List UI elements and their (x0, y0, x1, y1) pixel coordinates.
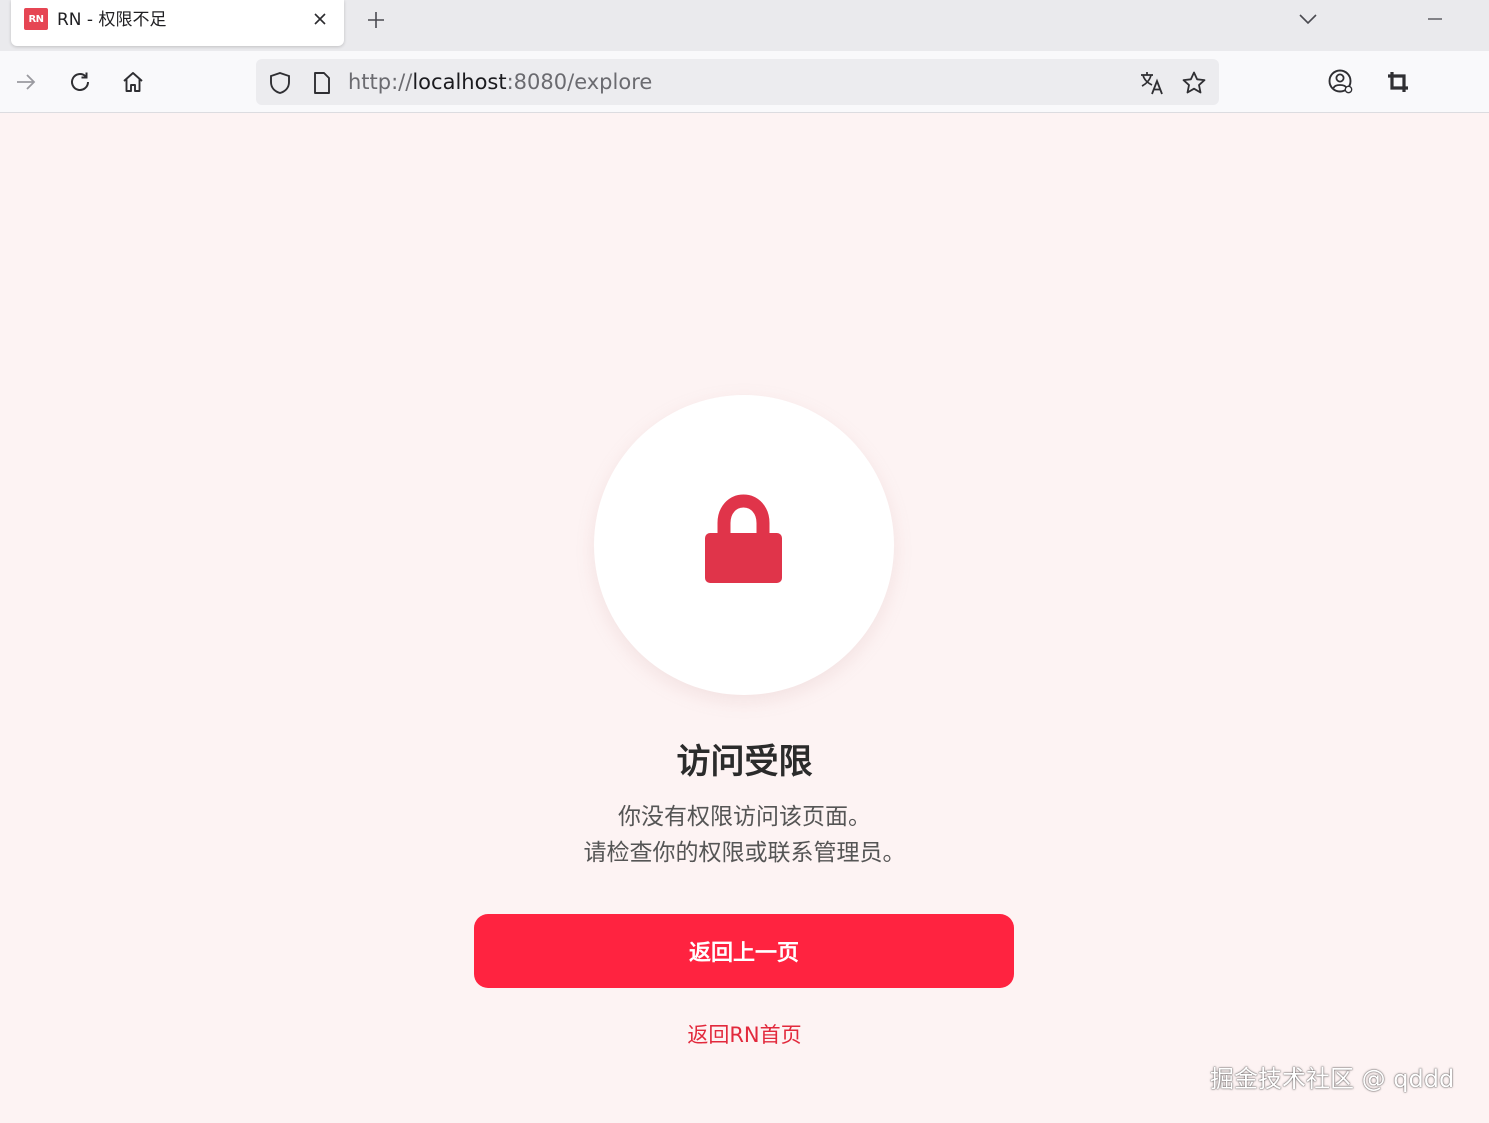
page-description: 你没有权限访问该页面。 请检查你的权限或联系管理员。 (0, 799, 1489, 871)
navigation-toolbar: http://localhost:8080/explore (0, 51, 1489, 113)
star-icon[interactable] (1181, 70, 1207, 96)
crop-icon[interactable] (1381, 65, 1415, 99)
close-tab-icon[interactable] (309, 8, 331, 30)
back-button[interactable]: 返回上一页 (474, 914, 1014, 988)
page-content: 访问受限 你没有权限访问该页面。 请检查你的权限或联系管理员。 返回上一页 返回… (0, 113, 1489, 1123)
lock-circle (594, 395, 894, 695)
translate-icon[interactable] (1139, 70, 1165, 96)
url-bar[interactable]: http://localhost:8080/explore (256, 59, 1219, 105)
description-line-2: 请检查你的权限或联系管理员。 (583, 840, 906, 866)
arrow-right-icon[interactable] (9, 65, 43, 99)
url-text[interactable]: http://localhost:8080/explore (348, 69, 652, 95)
account-icon[interactable] (1324, 65, 1358, 99)
minimize-icon[interactable] (1420, 6, 1450, 32)
tab-title: RN - 权限不足 (57, 10, 167, 30)
home-icon[interactable] (116, 65, 150, 99)
description-line-1: 你没有权限访问该页面。 (618, 804, 871, 830)
chevron-down-icon[interactable] (1293, 6, 1323, 32)
tab-strip: RN RN - 权限不足 (0, 0, 1489, 51)
lock-icon (705, 494, 782, 583)
shield-icon[interactable] (267, 70, 293, 96)
new-tab-icon[interactable] (362, 6, 390, 34)
tab-favicon: RN (24, 8, 48, 30)
watermark: 掘金技术社区 @ qddd (1210, 1065, 1455, 1093)
page-icon[interactable] (309, 70, 335, 96)
page-title: 访问受限 (676, 742, 813, 782)
reload-icon[interactable] (63, 65, 97, 99)
home-link[interactable]: 返回RN首页 (0, 1019, 1489, 1051)
active-tab[interactable]: RN RN - 权限不足 (11, 0, 344, 46)
